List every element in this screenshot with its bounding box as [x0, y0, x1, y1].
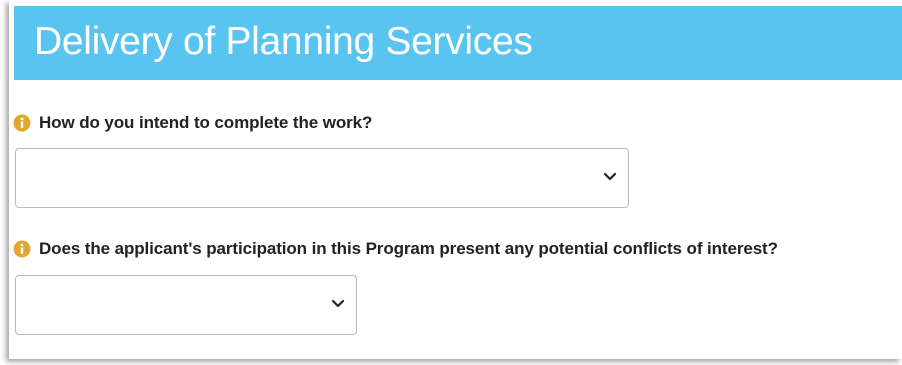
- question-work-completion: How do you intend to complete the work?: [13, 113, 372, 133]
- section-title: Delivery of Planning Services: [34, 20, 533, 63]
- question-label: How do you intend to complete the work?: [39, 113, 373, 132]
- work-completion-select[interactable]: [15, 148, 629, 208]
- info-icon[interactable]: [13, 114, 31, 132]
- conflicts-of-interest-select[interactable]: [15, 275, 357, 335]
- question-label: Does the applicant's participation in th…: [39, 239, 778, 258]
- chevron-down-icon: [331, 299, 345, 308]
- question-conflicts-of-interest: Does the applicant's participation in th…: [13, 239, 778, 259]
- section-header: Delivery of Planning Services: [14, 6, 902, 80]
- info-icon[interactable]: [13, 240, 31, 258]
- chevron-down-icon: [603, 172, 617, 181]
- form-section: Delivery of Planning Services How do you…: [9, 0, 902, 359]
